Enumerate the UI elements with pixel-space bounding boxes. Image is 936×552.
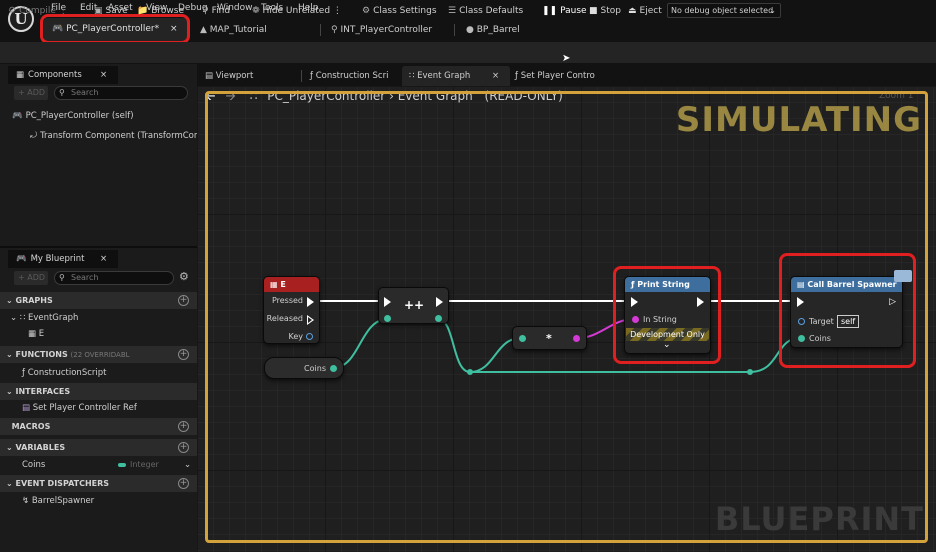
- node-label: Coins: [304, 364, 326, 373]
- keyboard-icon: ▦: [270, 280, 278, 289]
- node-multiply[interactable]: *: [512, 326, 587, 350]
- pin-key-label: Key: [288, 332, 303, 341]
- node-header: ▦ E: [264, 277, 319, 292]
- reroute-node[interactable]: [747, 369, 753, 375]
- pin-released-label: Released: [266, 314, 303, 323]
- exec-out-pin[interactable]: [436, 297, 443, 307]
- highlight-box-print-string: [613, 266, 721, 364]
- pin-pressed-label: Pressed: [271, 296, 303, 305]
- reroute-node[interactable]: [467, 369, 473, 375]
- node-title: E: [280, 280, 286, 289]
- exec-out-pin-empty[interactable]: [307, 315, 314, 325]
- int-out-pin[interactable]: [330, 365, 337, 372]
- node-label: ++: [404, 298, 425, 312]
- node-key-e[interactable]: ▦ E Pressed Released Key: [263, 276, 320, 344]
- int-in-pin[interactable]: [384, 315, 391, 322]
- int-out-pin[interactable]: [435, 315, 442, 322]
- node-label: *: [546, 332, 552, 345]
- int-in-pin[interactable]: [519, 335, 526, 342]
- exec-out-pin[interactable]: [307, 297, 314, 307]
- exec-in-pin[interactable]: [384, 297, 391, 307]
- key-out-pin[interactable]: [306, 333, 313, 340]
- node-increment[interactable]: ++: [378, 287, 449, 324]
- node-coins-variable[interactable]: Coins: [264, 357, 344, 379]
- highlight-box-call-spawner: [779, 253, 916, 368]
- string-out-pin[interactable]: [573, 335, 580, 342]
